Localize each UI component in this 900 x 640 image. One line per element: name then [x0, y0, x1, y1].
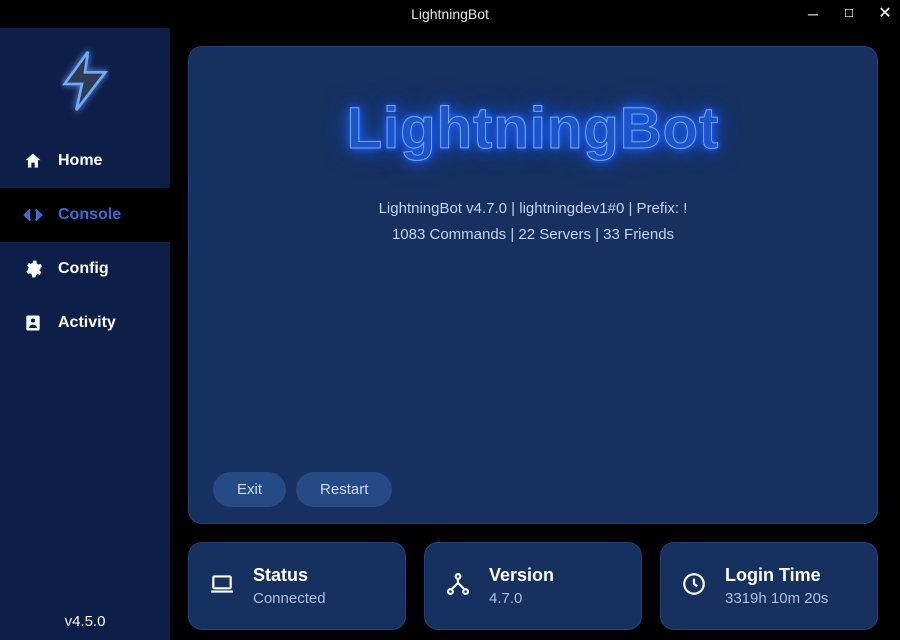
sidebar-nav: Home Console Config Activity	[0, 134, 170, 350]
status-cards: Status Connected Version 4.7.0 Login	[188, 542, 878, 630]
titlebar: LightningBot ─ ☐ ✕	[0, 0, 900, 28]
main-area: LightningBot LightningBot v4.7.0 | light…	[170, 28, 900, 640]
maximize-icon[interactable]: ☐	[840, 9, 858, 20]
card-title: Login Time	[725, 565, 828, 586]
app-logo	[0, 38, 170, 134]
gear-icon	[22, 258, 44, 280]
card-value: 4.7.0	[489, 590, 554, 607]
hero-title: LightningBot	[213, 95, 853, 162]
close-icon[interactable]: ✕	[876, 6, 894, 22]
card-title: Version	[489, 565, 554, 586]
code-icon	[22, 204, 44, 226]
sidebar-item-home[interactable]: Home	[0, 134, 170, 188]
version-card: Version 4.7.0	[424, 542, 642, 630]
home-icon	[22, 150, 44, 172]
panel-actions: Exit Restart	[213, 472, 853, 507]
exit-button[interactable]: Exit	[213, 472, 286, 507]
window-title: LightningBot	[411, 6, 489, 22]
sidebar: Home Console Config Activity	[0, 28, 170, 640]
hero-info-line1: LightningBot v4.7.0 | lightningdev1#0 | …	[213, 196, 853, 222]
clock-icon	[679, 569, 709, 599]
branch-icon	[443, 569, 473, 599]
lightning-icon	[50, 46, 120, 116]
hero-panel: LightningBot LightningBot v4.7.0 | light…	[188, 46, 878, 524]
sidebar-item-config[interactable]: Config	[0, 242, 170, 296]
hero-info-line2: 1083 Commands | 22 Servers | 33 Friends	[213, 222, 853, 248]
sidebar-item-label: Activity	[58, 314, 116, 332]
window-controls: ─ ☐ ✕	[804, 0, 894, 28]
sidebar-item-label: Home	[58, 152, 102, 170]
hero-info: LightningBot v4.7.0 | lightningdev1#0 | …	[213, 196, 853, 247]
laptop-icon	[207, 569, 237, 599]
activity-icon	[22, 312, 44, 334]
sidebar-item-console[interactable]: Console	[0, 188, 170, 242]
sidebar-item-activity[interactable]: Activity	[0, 296, 170, 350]
sidebar-item-label: Config	[58, 260, 109, 278]
card-title: Status	[253, 565, 326, 586]
status-card: Status Connected	[188, 542, 406, 630]
minimize-icon[interactable]: ─	[804, 7, 822, 21]
sidebar-version: v4.5.0	[0, 613, 170, 634]
card-value: 3319h 10m 20s	[725, 590, 828, 607]
login-time-card: Login Time 3319h 10m 20s	[660, 542, 878, 630]
restart-button[interactable]: Restart	[296, 472, 392, 507]
sidebar-item-label: Console	[58, 206, 121, 224]
card-value: Connected	[253, 590, 326, 607]
